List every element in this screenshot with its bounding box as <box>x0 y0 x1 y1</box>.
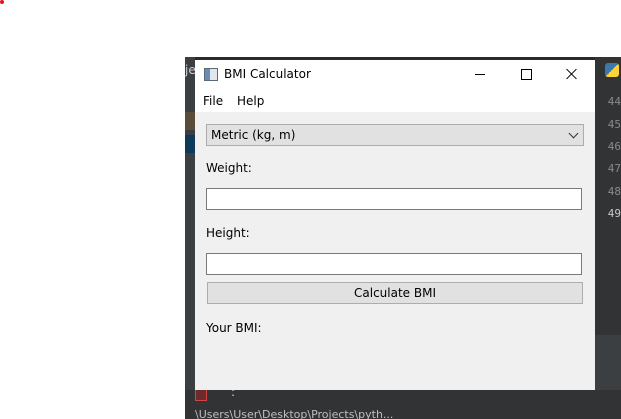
ide-selection <box>185 112 195 130</box>
ide-selection-active <box>185 135 195 153</box>
stop-icon[interactable] <box>195 389 207 401</box>
bmi-result-label: Your BMI: <box>206 321 262 335</box>
status-path: \Users\User\Desktop\Projects\pyth... <box>195 408 394 419</box>
minimize-icon <box>475 74 485 75</box>
calculate-bmi-button[interactable]: Calculate BMI <box>207 282 583 304</box>
height-label: Height: <box>206 226 250 240</box>
weight-label: Weight: <box>206 161 252 175</box>
close-button[interactable] <box>549 60 595 90</box>
maximize-icon <box>521 69 532 80</box>
python-icon <box>605 63 619 77</box>
chevron-down-icon <box>568 128 579 139</box>
menu-bar: File Help <box>195 90 595 112</box>
maximize-button[interactable] <box>503 60 549 90</box>
weight-input[interactable] <box>206 188 582 210</box>
line-number: 45 <box>607 118 621 131</box>
minimize-button[interactable] <box>458 60 504 90</box>
line-number: 46 <box>607 140 621 153</box>
line-number: 44 <box>607 95 621 108</box>
line-number: 49 <box>607 207 621 220</box>
height-input[interactable] <box>206 253 582 275</box>
unit-select[interactable]: Metric (kg, m) <box>206 124 584 146</box>
red-dot <box>0 0 4 4</box>
close-icon <box>566 68 578 80</box>
window-title: BMI Calculator <box>224 67 311 81</box>
title-bar[interactable]: BMI Calculator <box>195 60 595 90</box>
line-number: 47 <box>607 162 621 175</box>
app-icon <box>204 68 218 81</box>
line-number-gutter: 44 45 46 47 48 49 <box>595 57 621 337</box>
menu-file[interactable]: File <box>203 94 223 108</box>
line-number: 48 <box>607 185 621 198</box>
bmi-calculator-window: BMI Calculator File Help Metric (kg, m) … <box>195 60 595 390</box>
menu-help[interactable]: Help <box>237 94 264 108</box>
unit-select-value: Metric (kg, m) <box>211 128 296 142</box>
